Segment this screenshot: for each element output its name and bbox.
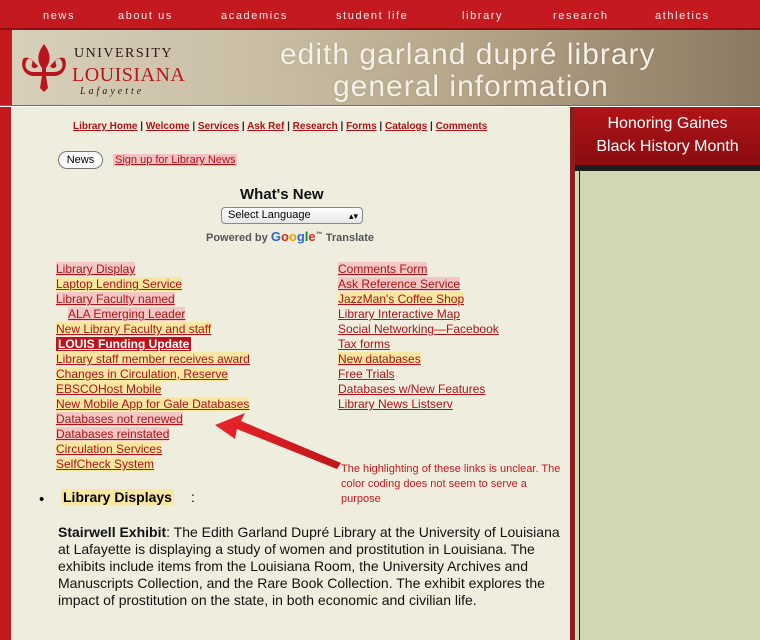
link-faculty-named[interactable]: Library Faculty named: [56, 292, 175, 306]
select-arrows-icon: ▴▾: [348, 211, 358, 221]
link-databases-reinstated[interactable]: Databases reinstated: [56, 427, 170, 441]
link-circulation-services[interactable]: Circulation Services: [56, 442, 163, 456]
link-databases-not-renewed[interactable]: Databases not renewed: [56, 412, 183, 426]
fleur-de-lis-icon: [22, 44, 66, 92]
powered-by-google: Powered by Google™ Translate: [206, 229, 375, 244]
header-banner: UNIVERSITY LOUISIANA Lafayette edith gar…: [0, 30, 760, 106]
quicklink-forms[interactable]: Forms: [346, 121, 377, 132]
black-history-banner[interactable]: Honoring Gaines Black History Month: [575, 107, 760, 165]
quicklink-services[interactable]: Services: [198, 121, 239, 132]
banner-left-strip: [0, 30, 12, 105]
link-new-databases[interactable]: New databases: [338, 352, 421, 366]
nav-research[interactable]: research: [553, 10, 609, 22]
nav-athletics[interactable]: athletics: [655, 10, 710, 22]
news-button[interactable]: News: [58, 151, 103, 169]
link-library-display[interactable]: Library Display: [56, 262, 136, 276]
university-logo[interactable]: UNIVERSITY LOUISIANA Lafayette: [20, 42, 185, 100]
bullet-icon: •: [39, 491, 45, 508]
left-red-bar: [0, 107, 11, 640]
quicklink-library-home[interactable]: Library Home: [73, 121, 137, 132]
nav-student-life[interactable]: student life: [336, 10, 408, 22]
quicklink-research[interactable]: Research: [293, 121, 338, 132]
link-jazzman-coffee[interactable]: JazzMan's Coffee Shop: [338, 292, 465, 306]
exhibit-paragraph: Stairwell Exhibit: The Edith Garland Dup…: [58, 524, 570, 609]
quicklink-welcome[interactable]: Welcome: [146, 121, 190, 132]
link-louis-funding[interactable]: LOUIS Funding Update: [56, 337, 192, 351]
link-circulation-changes[interactable]: Changes in Circulation, Reserve: [56, 367, 229, 381]
nav-about-us[interactable]: about us: [118, 10, 173, 22]
translate-label: Translate: [325, 232, 375, 244]
link-facebook[interactable]: Social Networking—Facebook: [338, 322, 499, 336]
quicklink-ask-ref[interactable]: Ask Ref: [247, 121, 284, 132]
link-new-faculty-staff[interactable]: New Library Faculty and staff: [56, 322, 212, 336]
link-tax-forms[interactable]: Tax forms: [338, 337, 390, 351]
quicklink-comments[interactable]: Comments: [436, 121, 488, 132]
honor-line2: Black History Month: [596, 138, 739, 155]
library-displays-colon: :: [191, 489, 195, 505]
nav-news[interactable]: news: [43, 10, 75, 22]
logo-university: UNIVERSITY: [74, 46, 173, 61]
link-selfcheck[interactable]: SelfCheck System: [56, 457, 155, 471]
whats-new-heading: What's New: [240, 186, 324, 203]
annotation-note: The highlighting of these links is uncle…: [341, 463, 561, 505]
link-databases-new-features[interactable]: Databases w/New Features: [338, 382, 485, 396]
logo-lafayette: Lafayette: [80, 86, 145, 97]
link-ebscohost[interactable]: EBSCOHost Mobile: [56, 382, 162, 396]
link-ala-emerging[interactable]: ALA Emerging Leader: [68, 307, 186, 321]
language-select-value: Select Language: [228, 209, 311, 221]
sidebar-panel: [579, 171, 760, 640]
link-ask-reference[interactable]: Ask Reference Service: [338, 277, 461, 291]
link-interactive-map[interactable]: Library Interactive Map: [338, 307, 460, 321]
right-sidebar: Honoring Gaines Black History Month: [575, 107, 760, 640]
language-select[interactable]: Select Language ▴▾: [221, 207, 363, 224]
exhibit-title: Stairwell Exhibit: [58, 524, 167, 540]
banner-title-line2: general information: [333, 70, 609, 103]
annotation-arrow: [215, 413, 341, 469]
link-staff-award[interactable]: Library staff member receives award: [56, 352, 250, 366]
honor-line1: Honoring Gaines: [607, 115, 728, 132]
nav-library[interactable]: library: [462, 10, 503, 22]
link-comments-form[interactable]: Comments Form: [338, 262, 428, 276]
library-displays-heading: Library Displays: [61, 489, 174, 505]
quick-links: Library Home | Welcome | Services | Ask …: [73, 121, 488, 132]
nav-academics[interactable]: academics: [221, 10, 288, 22]
main-content: Library Home | Welcome | Services | Ask …: [11, 107, 570, 640]
banner-title-line1: edith garland dupré library: [280, 38, 656, 71]
link-free-trials[interactable]: Free Trials: [338, 367, 395, 381]
signup-news-link[interactable]: Sign up for Library News: [113, 154, 238, 166]
quicklink-catalogs[interactable]: Catalogs: [385, 121, 427, 132]
logo-louisiana: LOUISIANA: [72, 64, 186, 86]
link-laptop-lending[interactable]: Laptop Lending Service: [56, 277, 183, 291]
top-nav: news about us academics student life lib…: [0, 0, 760, 30]
powered-by-label: Powered by: [206, 232, 268, 244]
google-logo: Google: [270, 229, 316, 244]
